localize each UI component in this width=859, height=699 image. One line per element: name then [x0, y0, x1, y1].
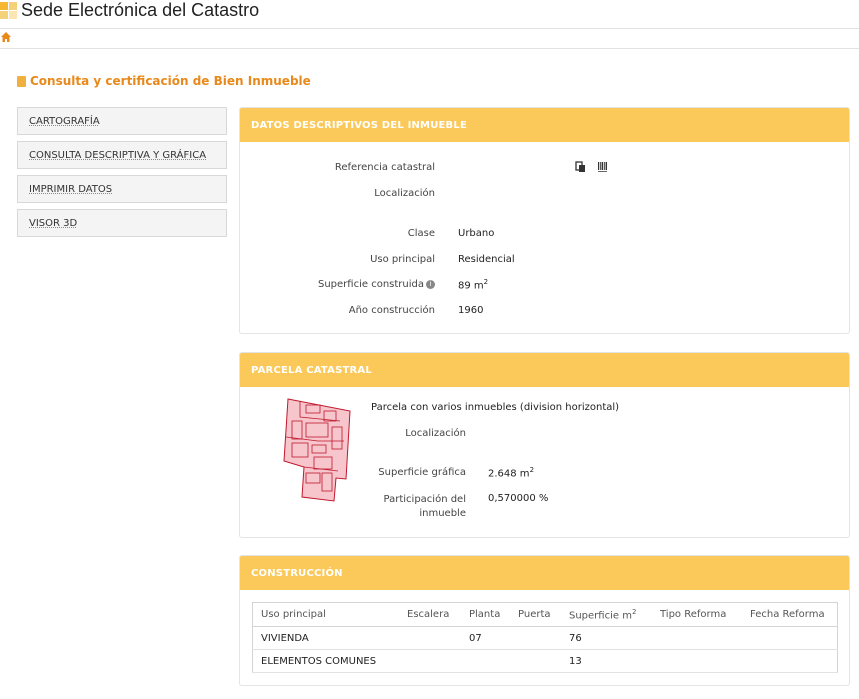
superficie-grafica-label: Superficie gráfica — [378, 467, 466, 478]
sidebar-item-imprimir[interactable]: IMPRIMIR DATOS — [17, 175, 227, 203]
cell-uso: VIVIENDA — [252, 626, 399, 650]
participacion-value: 0,570000 % — [488, 493, 549, 504]
cell-tipo-reforma — [652, 649, 742, 673]
construccion-table: Uso principal Escalera Planta Puerta Sup… — [252, 602, 838, 673]
home-icon[interactable] — [1, 32, 11, 42]
participacion-label-line1: Participación del — [383, 494, 466, 505]
panel-heading: DATOS DESCRIPTIVOS DEL INMUEBLE — [240, 108, 849, 142]
panel-heading: CONSTRUCCIÓN — [240, 556, 849, 590]
construccion-panel: CONSTRUCCIÓN Uso principal Escalera Plan… — [239, 555, 850, 686]
catastro-logo — [0, 2, 17, 19]
superficie-grafica-exponent: 2 — [529, 466, 535, 474]
table-header-row: Uso principal Escalera Planta Puerta Sup… — [252, 602, 838, 627]
sidebar-item-consulta[interactable]: CONSULTA DESCRIPTIVA Y GRÁFICA — [17, 141, 227, 169]
cell-escalera — [399, 649, 461, 673]
breadcrumb-divider — [0, 48, 859, 49]
col-puerta: Puerta — [510, 602, 561, 627]
cell-puerta — [510, 649, 561, 673]
document-icon — [17, 75, 26, 87]
col-planta: Planta — [461, 602, 510, 627]
parcela-localizacion-label: Localización — [405, 428, 466, 439]
datos-descriptivos-panel: DATOS DESCRIPTIVOS DEL INMUEBLE Referenc… — [239, 107, 850, 334]
col-superficie: Superficie m2 — [561, 602, 652, 627]
participacion-label-line2: inmueble — [419, 508, 466, 519]
parcela-description: Parcela con varios inmuebles (division h… — [371, 402, 620, 413]
panel-heading: PARCELA CATASTRAL — [240, 353, 849, 387]
sidebar-item-label: VISOR 3D — [29, 218, 78, 229]
table-row: ELEMENTOS COMUNES 13 — [252, 649, 838, 673]
superficie-label: Superficie construida i — [318, 279, 435, 290]
cell-puerta — [510, 626, 561, 650]
cell-tipo-reforma — [652, 626, 742, 650]
site-title: Sede Electrónica del Catastro — [21, 0, 260, 20]
clase-label: Clase — [407, 228, 435, 239]
col-uso-principal: Uso principal — [252, 602, 399, 627]
anio-value: 1960 — [458, 305, 484, 316]
superficie-label-text: Superficie construida — [318, 279, 424, 290]
localizacion-label: Localización — [374, 188, 435, 199]
col-fecha-reforma: Fecha Reforma — [742, 602, 838, 627]
sidebar-item-label: IMPRIMIR DATOS — [29, 184, 113, 195]
col-tipo-reforma: Tipo Reforma — [652, 602, 742, 627]
copy-icon[interactable] — [575, 161, 587, 173]
superficie-unit-exponent: 2 — [483, 278, 489, 286]
uso-label: Uso principal — [370, 254, 435, 265]
cell-escalera — [399, 626, 461, 650]
cell-uso: ELEMENTOS COMUNES — [252, 649, 399, 673]
clase-value: Urbano — [458, 228, 495, 239]
sidebar-item-label: CARTOGRAFÍA — [29, 116, 100, 127]
page-title-text: Consulta y certificación de Bien Inmuebl… — [30, 74, 311, 88]
cell-fecha-reforma — [742, 626, 838, 650]
info-icon[interactable]: i — [426, 280, 435, 289]
cell-superficie: 13 — [561, 649, 652, 673]
sidebar-item-label: CONSULTA DESCRIPTIVA Y GRÁFICA — [29, 150, 207, 161]
cell-planta — [461, 649, 510, 673]
parcela-catastral-panel: PARCELA CATASTRAL Parcela con varios inm… — [239, 352, 850, 538]
barcode-icon[interactable] — [597, 161, 609, 173]
cell-superficie: 76 — [561, 626, 652, 650]
table-row: VIVIENDA 07 76 — [252, 626, 838, 650]
superficie-grafica-text: 2.648 m — [488, 468, 530, 480]
col-superficie-exponent: 2 — [631, 607, 637, 616]
page-title: Consulta y certificación de Bien Inmuebl… — [17, 74, 311, 88]
col-escalera: Escalera — [399, 602, 461, 627]
parcel-map-thumbnail[interactable] — [278, 397, 358, 505]
uso-value: Residencial — [458, 254, 515, 265]
superficie-value-text: 89 m — [458, 280, 484, 292]
superficie-grafica-value: 2.648 m2 — [488, 466, 534, 479]
anio-label: Año construcción — [348, 305, 435, 316]
superficie-value: 89 m2 — [458, 278, 488, 291]
cell-fecha-reforma — [742, 649, 838, 673]
header-divider — [0, 28, 859, 29]
col-superficie-text: Superficie m — [569, 610, 632, 622]
cell-planta: 07 — [461, 626, 510, 650]
sidebar-item-cartografia[interactable]: CARTOGRAFÍA — [17, 107, 227, 135]
sidebar-item-visor-3d[interactable]: VISOR 3D — [17, 209, 227, 237]
participacion-label: Participación del inmueble — [384, 493, 466, 521]
referencia-label: Referencia catastral — [334, 162, 435, 173]
